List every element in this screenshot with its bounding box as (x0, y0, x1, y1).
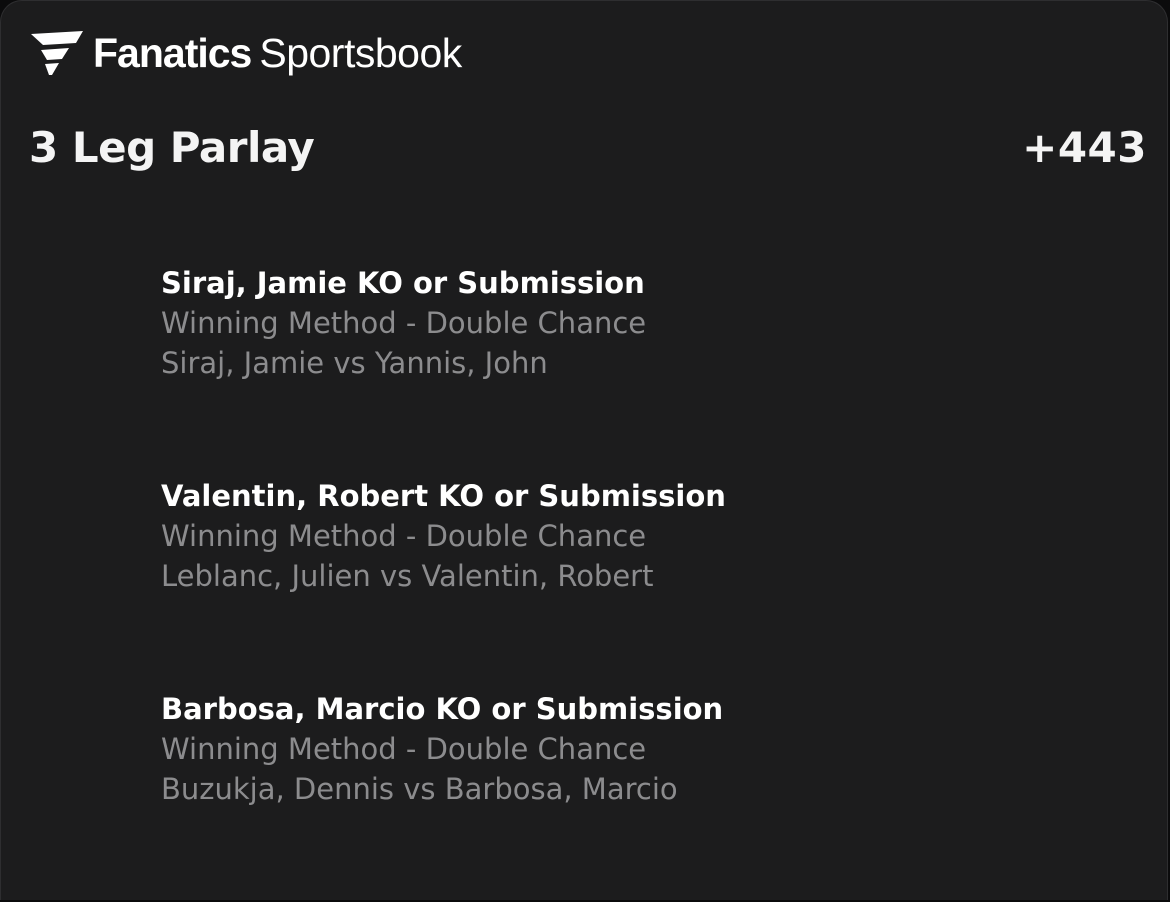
brand-logo: Fanatics Sportsbook (29, 25, 462, 81)
leg-selection: Valentin, Robert KO or Submission (161, 479, 726, 513)
parlay-leg: Barbosa, Marcio KO or Submission Winning… (161, 689, 921, 902)
parlay-header: 3 Leg Parlay +443 (29, 117, 1147, 177)
leg-selection: Siraj, Jamie KO or Submission (161, 266, 645, 300)
brand-name-regular: Sportsbook (259, 30, 462, 76)
leg-matchup: Siraj, Jamie vs Yannis, John (161, 346, 548, 380)
fanatics-flag-icon (31, 31, 83, 75)
leg-market: Winning Method - Double Chance (161, 732, 647, 766)
leg-market: Winning Method - Double Chance (161, 519, 647, 553)
bet-slip-card: Fanatics Sportsbook 3 Leg Parlay +443 Si… (0, 0, 1168, 900)
parlay-legs-list: Siraj, Jamie KO or Submission Winning Me… (161, 263, 921, 902)
parlay-title: 3 Leg Parlay (29, 122, 315, 172)
brand-name-bold: Fanatics (93, 30, 252, 76)
leg-matchup: Leblanc, Julien vs Valentin, Robert (161, 559, 654, 593)
parlay-leg: Valentin, Robert KO or Submission Winnin… (161, 476, 921, 689)
leg-selection: Barbosa, Marcio KO or Submission (161, 692, 724, 726)
leg-market: Winning Method - Double Chance (161, 306, 647, 340)
leg-matchup: Buzukja, Dennis vs Barbosa, Marcio (161, 772, 678, 806)
parlay-leg: Siraj, Jamie KO or Submission Winning Me… (161, 263, 921, 476)
parlay-odds: +443 (1022, 122, 1147, 172)
